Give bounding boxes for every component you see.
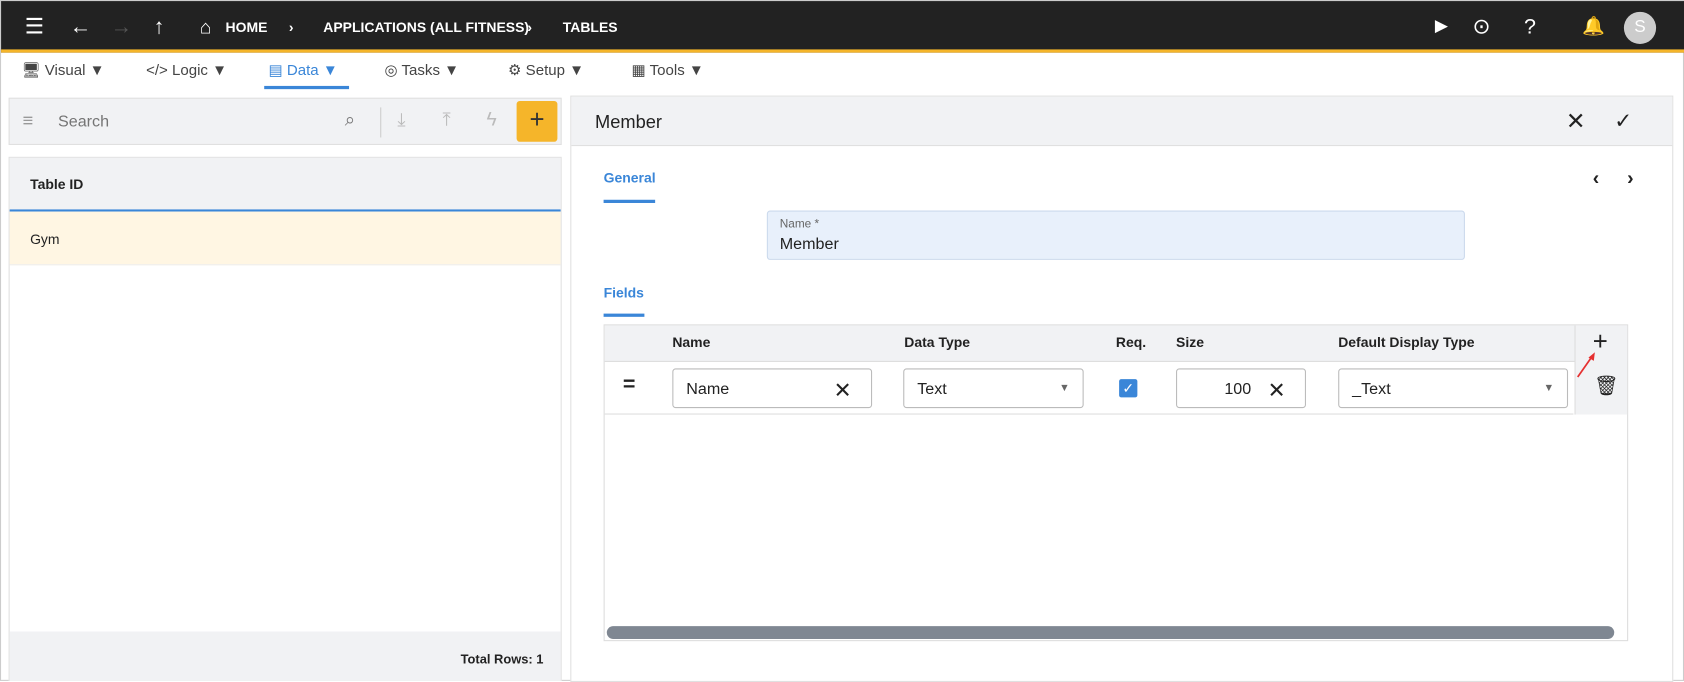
table-list: Table ID Gym Total Rows: 1 bbox=[8, 156, 562, 681]
breadcrumb-applications[interactable]: APPLICATIONS (ALL FITNESS) bbox=[323, 19, 529, 35]
total-rows: Total Rows: 1 bbox=[460, 651, 544, 667]
menu-label: Data ▼ bbox=[286, 61, 338, 79]
size-input[interactable]: 100 ✕ bbox=[1176, 368, 1306, 409]
menu-tasks[interactable]: ◎ Tasks ▼ bbox=[384, 61, 459, 79]
data-type-value: Text bbox=[917, 380, 947, 399]
preview-icon[interactable]: ⊙ bbox=[1472, 14, 1490, 40]
divider bbox=[380, 107, 382, 138]
toolbar: ≡ ⌕ ⤓ ⤒ ϟ + bbox=[8, 97, 562, 145]
back-icon[interactable]: ← bbox=[70, 14, 91, 40]
home-icon: ⌂ bbox=[199, 16, 212, 38]
close-icon[interactable]: ✕ bbox=[1566, 107, 1586, 135]
tab-fields[interactable]: Fields bbox=[604, 285, 644, 301]
menu-visual[interactable]: 🖥 Visual ▼ bbox=[21, 61, 104, 79]
table-footer: Total Rows: 1 bbox=[9, 631, 561, 681]
column-header-name[interactable]: Name bbox=[672, 334, 710, 350]
tab-indicator bbox=[603, 199, 656, 203]
drag-handle-icon[interactable]: = bbox=[623, 373, 636, 398]
forward-icon[interactable]: → bbox=[111, 14, 132, 40]
add-button[interactable]: + bbox=[516, 100, 558, 142]
name-field[interactable]: Name * Member bbox=[766, 210, 1465, 260]
breadcrumb-tables[interactable]: TABLES bbox=[563, 19, 618, 35]
panel-title: Member bbox=[594, 111, 662, 133]
menu-label: Setup ▼ bbox=[525, 61, 585, 79]
breadcrumb-home[interactable]: HOME bbox=[226, 19, 268, 35]
avatar[interactable]: S bbox=[1623, 11, 1657, 45]
chevron-left-icon[interactable]: ‹ bbox=[1593, 168, 1599, 191]
size-value: 100 bbox=[1224, 380, 1252, 399]
menu-tools[interactable]: ▦ Tools ▼ bbox=[632, 61, 704, 79]
clear-icon[interactable]: ✕ bbox=[1268, 377, 1286, 404]
search-input[interactable] bbox=[57, 107, 327, 136]
lightning-icon[interactable]: ϟ bbox=[487, 108, 497, 131]
name-label: Name * bbox=[779, 218, 820, 231]
menu-icon[interactable]: ☰ bbox=[25, 14, 44, 40]
display-type-select[interactable]: _Text ▼ bbox=[1338, 368, 1569, 409]
column-header-table-id[interactable]: Table ID bbox=[30, 176, 83, 192]
check-icon[interactable]: ✓ bbox=[1614, 107, 1632, 134]
active-indicator bbox=[264, 85, 350, 90]
menu-setup[interactable]: ⚙ Setup ▼ bbox=[508, 61, 584, 79]
chevron-right-icon: › bbox=[527, 19, 532, 36]
field-name-value: Name bbox=[686, 380, 730, 399]
play-icon[interactable]: ▶ bbox=[1435, 14, 1448, 40]
menu-label: Visual ▼ bbox=[44, 61, 105, 79]
table-row[interactable]: Gym bbox=[9, 211, 561, 266]
dropdown-icon: ▼ bbox=[1059, 382, 1070, 395]
dropdown-icon: ▼ bbox=[1543, 382, 1555, 395]
clear-icon[interactable]: ✕ bbox=[834, 377, 852, 404]
menu-label: Tools ▼ bbox=[649, 61, 704, 79]
menu-label: Tasks ▼ bbox=[401, 61, 460, 79]
column-header-data-type[interactable]: Data Type bbox=[904, 334, 970, 350]
menu-label: Logic ▼ bbox=[171, 61, 227, 79]
display-type-value: _Text bbox=[1352, 380, 1391, 399]
required-checkbox[interactable]: ✓ bbox=[1119, 379, 1138, 398]
row-table-id: Gym bbox=[30, 230, 60, 248]
up-icon[interactable]: ↑ bbox=[154, 14, 165, 40]
chevron-right-icon: › bbox=[288, 19, 294, 36]
bell-icon[interactable]: 🔔 bbox=[1582, 14, 1605, 40]
import-icon[interactable]: ⤓ bbox=[397, 110, 405, 131]
tab-general[interactable]: General bbox=[604, 170, 656, 186]
help-icon[interactable]: ? bbox=[1524, 14, 1536, 40]
tab-indicator bbox=[603, 313, 645, 317]
column-header-req[interactable]: Req. bbox=[1116, 334, 1146, 350]
field-name-input[interactable]: Name ✕ bbox=[672, 368, 873, 409]
chevron-right-icon[interactable]: › bbox=[1627, 168, 1633, 191]
top-bar: ☰ ← → ↑ ⌂ HOME › APPLICATIONS (ALL FITNE… bbox=[1, 1, 1684, 53]
column-header-size[interactable]: Size bbox=[1176, 334, 1204, 350]
data-type-select[interactable]: Text ▼ bbox=[903, 368, 1084, 409]
export-icon[interactable]: ⤒ bbox=[442, 110, 450, 131]
menu-logic[interactable]: </> Logic ▼ bbox=[146, 61, 227, 78]
filter-icon[interactable]: ≡ bbox=[23, 111, 34, 132]
delete-icon[interactable]: 🗑 bbox=[1594, 375, 1619, 398]
column-header-display-type[interactable]: Default Display Type bbox=[1338, 334, 1474, 350]
horizontal-scrollbar[interactable] bbox=[606, 626, 1615, 640]
name-value: Member bbox=[779, 235, 839, 254]
menu-data[interactable]: ▤ Data ▼ bbox=[269, 61, 338, 79]
search-icon[interactable]: ⌕ bbox=[345, 110, 355, 131]
